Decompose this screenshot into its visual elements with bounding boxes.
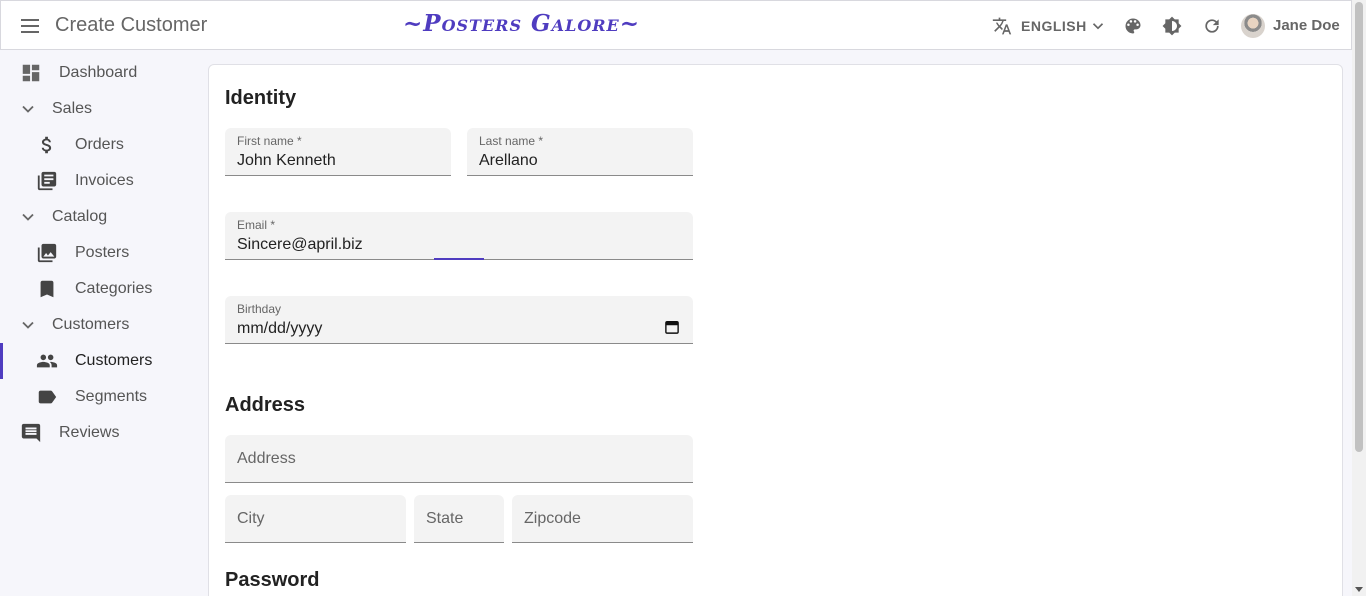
last-name-value: Arellano [479, 152, 538, 169]
app-bar: Create Customer ~Posters Galore~ ENGLISH… [0, 0, 1352, 50]
sidebar-item-label: Dashboard [59, 64, 138, 81]
sidebar-item-label: Orders [75, 136, 124, 153]
address-placeholder: Address [237, 450, 296, 467]
sidebar-item-label: Invoices [75, 172, 134, 189]
bookmark-icon [40, 280, 54, 298]
sidebar-item-label: Catalog [52, 208, 108, 225]
translate-icon[interactable] [992, 16, 1012, 36]
section-title-address: Address [225, 394, 306, 416]
sidebar-item-posters[interactable]: Posters [0, 235, 200, 271]
last-name-field[interactable]: Last name * Arellano [467, 128, 693, 176]
comment-icon [21, 423, 41, 443]
scrollbar-thumb[interactable] [1355, 2, 1363, 452]
zipcode-placeholder: Zipcode [524, 510, 581, 527]
state-field[interactable]: State [414, 495, 504, 543]
user-name[interactable]: Jane Doe [1273, 17, 1340, 34]
birthday-value: mm/dd/yyyy [237, 320, 323, 337]
sidebar-group-sales[interactable]: Sales [0, 91, 200, 127]
scroll-down-arrow-icon[interactable] [1355, 587, 1363, 592]
calendar-icon[interactable] [665, 320, 679, 334]
sidebar-item-label: Posters [75, 244, 130, 261]
address-field[interactable]: Address [225, 435, 693, 483]
sidebar-item-label: Sales [52, 100, 93, 117]
email-field[interactable]: Email * Sincere@april.biz [225, 212, 693, 260]
sidebar-item-label: Reviews [59, 424, 120, 441]
library-books-icon [37, 171, 57, 191]
focus-indicator [434, 258, 484, 260]
sidebar-item-label: Customers [75, 352, 153, 369]
email-label: Email * [237, 218, 276, 232]
chevron-down-icon[interactable] [1089, 17, 1107, 35]
birthday-label: Birthday [237, 302, 282, 316]
state-placeholder: State [426, 510, 464, 527]
sidebar-item-label: Customers [52, 316, 130, 333]
refresh-icon[interactable] [1202, 16, 1222, 36]
sidebar: Dashboard Sales Orders Invoices Catalog … [0, 50, 208, 596]
sidebar-item-reviews[interactable]: Reviews [0, 415, 200, 451]
first-name-field[interactable]: First name * John Kenneth [225, 128, 451, 176]
avatar[interactable] [1241, 14, 1265, 38]
sidebar-item-label: Segments [75, 388, 148, 405]
zipcode-field[interactable]: Zipcode [512, 495, 693, 543]
language-selector[interactable]: ENGLISH [1021, 18, 1087, 34]
people-icon [36, 354, 58, 368]
label-icon [38, 390, 57, 404]
email-value: Sincere@april.biz [237, 236, 363, 253]
page-title: Create Customer [55, 14, 208, 36]
sidebar-item-orders[interactable]: Orders [0, 127, 200, 163]
city-field[interactable]: City [225, 495, 406, 543]
collections-icon [37, 243, 57, 263]
last-name-label: Last name * [479, 134, 544, 148]
sidebar-item-customers[interactable]: Customers [0, 343, 200, 379]
brand-logo: ~Posters Galore~ [403, 10, 641, 37]
sidebar-group-customers[interactable]: Customers [0, 307, 200, 343]
palette-icon[interactable] [1123, 16, 1143, 36]
sidebar-group-catalog[interactable]: Catalog [0, 199, 200, 235]
sidebar-item-dashboard[interactable]: Dashboard [0, 55, 200, 91]
customer-form-card: Identity First name * John Kenneth Last … [208, 64, 1343, 596]
chevron-down-icon [22, 321, 34, 329]
chevron-down-icon [22, 213, 34, 221]
sidebar-item-segments[interactable]: Segments [0, 379, 200, 415]
scrollbar[interactable] [1352, 0, 1366, 596]
city-placeholder: City [237, 510, 265, 527]
sidebar-item-invoices[interactable]: Invoices [0, 163, 200, 199]
section-title-password: Password [225, 569, 320, 591]
birthday-field[interactable]: Birthday mm/dd/yyyy [225, 296, 693, 344]
sidebar-item-label: Categories [75, 280, 153, 297]
first-name-value: John Kenneth [237, 152, 336, 169]
sidebar-item-categories[interactable]: Categories [0, 271, 200, 307]
menu-icon[interactable] [19, 15, 41, 37]
section-title-identity: Identity [225, 87, 297, 109]
first-name-label: First name * [237, 134, 302, 148]
dashboard-icon [22, 64, 40, 82]
dollar-icon [41, 136, 52, 154]
brightness-icon[interactable] [1162, 16, 1182, 36]
chevron-down-icon [22, 105, 34, 113]
